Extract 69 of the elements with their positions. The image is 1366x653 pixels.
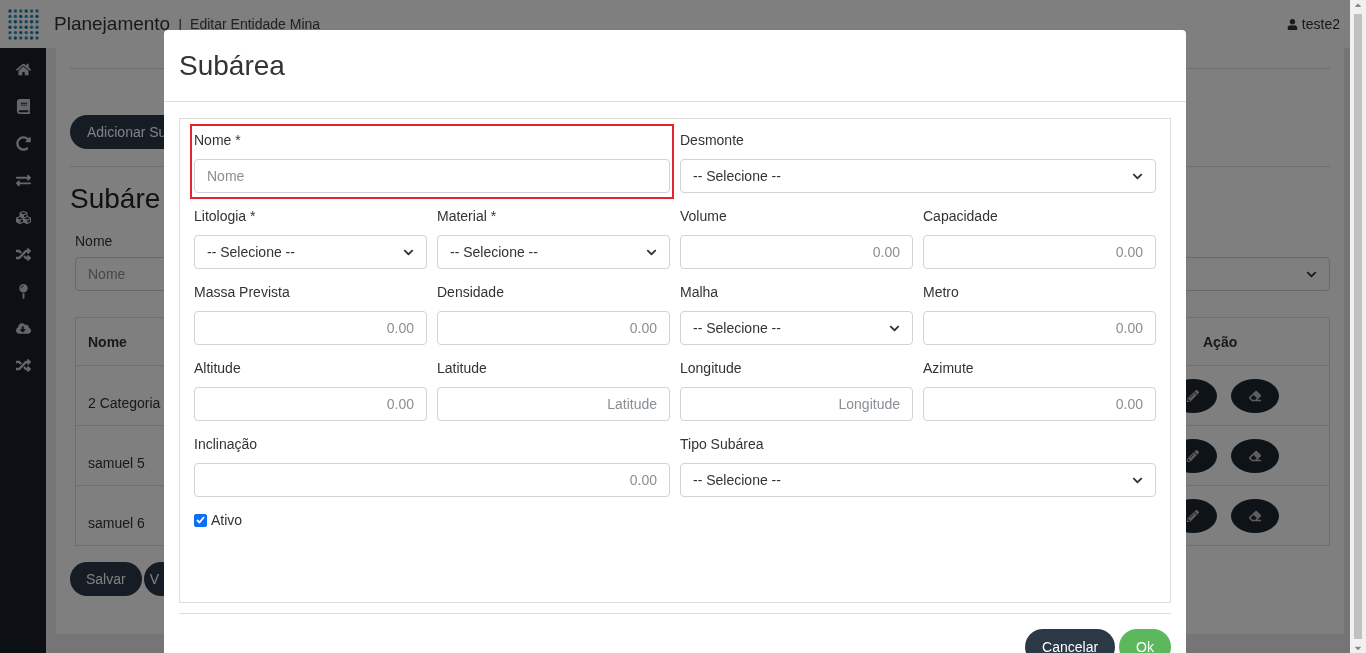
column-header: Ação: [1202, 333, 1239, 350]
select-field[interactable]: -- Selecione --: [437, 235, 670, 269]
section-heading: Subáre: [70, 183, 161, 215]
delete-button[interactable]: [1231, 498, 1279, 533]
filter-label: Nome: [75, 233, 114, 249]
field-label: Azimute: [923, 360, 975, 377]
select-field[interactable]: -- Selecione --: [680, 463, 1156, 497]
field-label: Nome *: [194, 132, 242, 149]
field-label: Volume: [680, 208, 728, 225]
action-button[interactable]: Salvar: [70, 562, 142, 596]
check-icon: [196, 516, 205, 524]
eraser-icon: [1249, 509, 1261, 522]
checkbox[interactable]: [194, 513, 207, 527]
field-label: Malha: [680, 284, 720, 301]
select-field[interactable]: -- Selecione --: [194, 235, 427, 269]
table-cell-text: 2 Categoria: [87, 393, 162, 411]
book-icon[interactable]: [15, 99, 31, 114]
user-name[interactable]: teste2: [1301, 16, 1340, 32]
eraser-icon: [1249, 389, 1261, 402]
logo: [6, 7, 40, 41]
field-label: Latitude: [437, 360, 488, 377]
field-label: Massa Prevista: [194, 284, 291, 301]
shuffle-icon[interactable]: [15, 358, 31, 373]
refresh-icon[interactable]: [15, 136, 31, 151]
field-label: Desmonte: [680, 132, 745, 149]
field-label: Material *: [437, 208, 498, 225]
number-field[interactable]: 0.00: [437, 311, 670, 345]
user-icon: [1286, 18, 1298, 30]
page-title: Editar Entidade Mina: [190, 16, 321, 32]
cloud-download-icon[interactable]: [15, 321, 31, 336]
exchange-icon[interactable]: [15, 173, 31, 188]
scrollbar[interactable]: [1350, 0, 1366, 653]
field-label: Densidade: [437, 284, 505, 301]
text-field[interactable]: Nome: [194, 159, 670, 193]
eraser-icon: [1249, 449, 1261, 462]
field-label: Longitude: [680, 360, 743, 377]
cubes-icon[interactable]: [15, 210, 31, 225]
number-field[interactable]: Latitude: [437, 387, 670, 421]
number-field[interactable]: 0.00: [923, 311, 1156, 345]
shuffle-icon[interactable]: [15, 247, 31, 262]
select-field[interactable]: -- Selecione --: [680, 159, 1156, 193]
delete-button[interactable]: [1231, 378, 1279, 413]
home-icon[interactable]: [15, 62, 31, 77]
number-field[interactable]: 0.00: [923, 387, 1156, 421]
field-label: Altitude: [194, 360, 242, 377]
number-field[interactable]: 0.00: [680, 235, 913, 269]
field-label: Inclinação: [194, 436, 259, 453]
modal-title: Subárea: [179, 49, 285, 82]
select-field[interactable]: -- Selecione --: [680, 311, 913, 345]
number-field[interactable]: 0.00: [923, 235, 1156, 269]
pencil-icon: [1187, 389, 1199, 402]
number-field[interactable]: 0.00: [194, 387, 427, 421]
checkbox-label: Ativo: [211, 512, 243, 528]
pencil-icon: [1187, 449, 1199, 462]
cancel-button[interactable]: Cancelar: [1025, 629, 1116, 653]
number-field[interactable]: Longitude: [680, 387, 913, 421]
number-field[interactable]: 0.00: [194, 311, 427, 345]
field-label: Capacidade: [923, 208, 999, 225]
field-label: Metro: [923, 284, 960, 301]
number-field[interactable]: 0.00: [194, 463, 670, 497]
field-label: Litologia *: [194, 208, 257, 225]
field-label: Tipo Subárea: [680, 436, 765, 453]
pencil-icon: [1187, 509, 1199, 522]
delete-button[interactable]: [1231, 438, 1279, 473]
app-title: Planejamento: [54, 13, 171, 35]
table-cell-text: samuel 5: [87, 453, 146, 471]
ok-button[interactable]: Ok: [1119, 629, 1171, 653]
table-cell-text: samuel 6: [87, 513, 146, 531]
column-header: Nome: [87, 333, 128, 350]
